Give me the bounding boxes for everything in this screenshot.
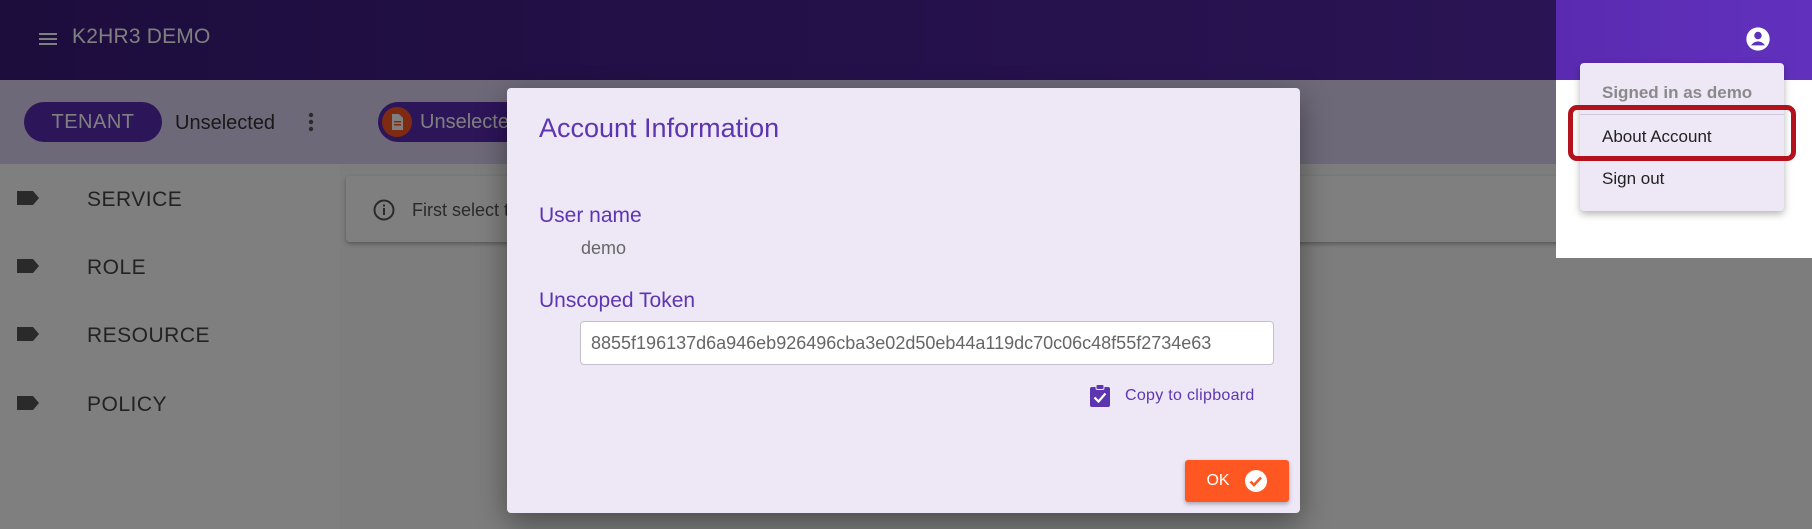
account-circle-icon[interactable]	[1744, 25, 1772, 53]
user-name-value: demo	[581, 238, 627, 258]
token-label: Unscoped Token	[539, 289, 696, 312]
clipboard-check-icon	[1090, 384, 1110, 407]
token-field[interactable]: 8855f196137d6a946eb926496cba3e02d50eb44a…	[580, 321, 1274, 365]
copy-label: Copy to clipboard	[1125, 387, 1255, 404]
account-info-dialog: Account Information User name demo Unsco…	[507, 88, 1300, 513]
copy-to-clipboard-button[interactable]: Copy to clipboard	[1089, 383, 1267, 409]
check-circle-icon	[1244, 470, 1267, 492]
user-name-label: User name	[539, 204, 642, 227]
menu-item-sign-out[interactable]: Sign out	[1602, 169, 1664, 189]
ok-label: OK	[1206, 472, 1230, 489]
dialog-title: Account Information	[539, 113, 780, 143]
app-root: K2HR3 DEMO TENANT Unselected Unselected	[0, 0, 1812, 529]
highlight-annotation	[1568, 105, 1796, 161]
ok-button[interactable]: OK	[1185, 460, 1289, 502]
signed-in-text: Signed in as demo	[1602, 83, 1753, 102]
